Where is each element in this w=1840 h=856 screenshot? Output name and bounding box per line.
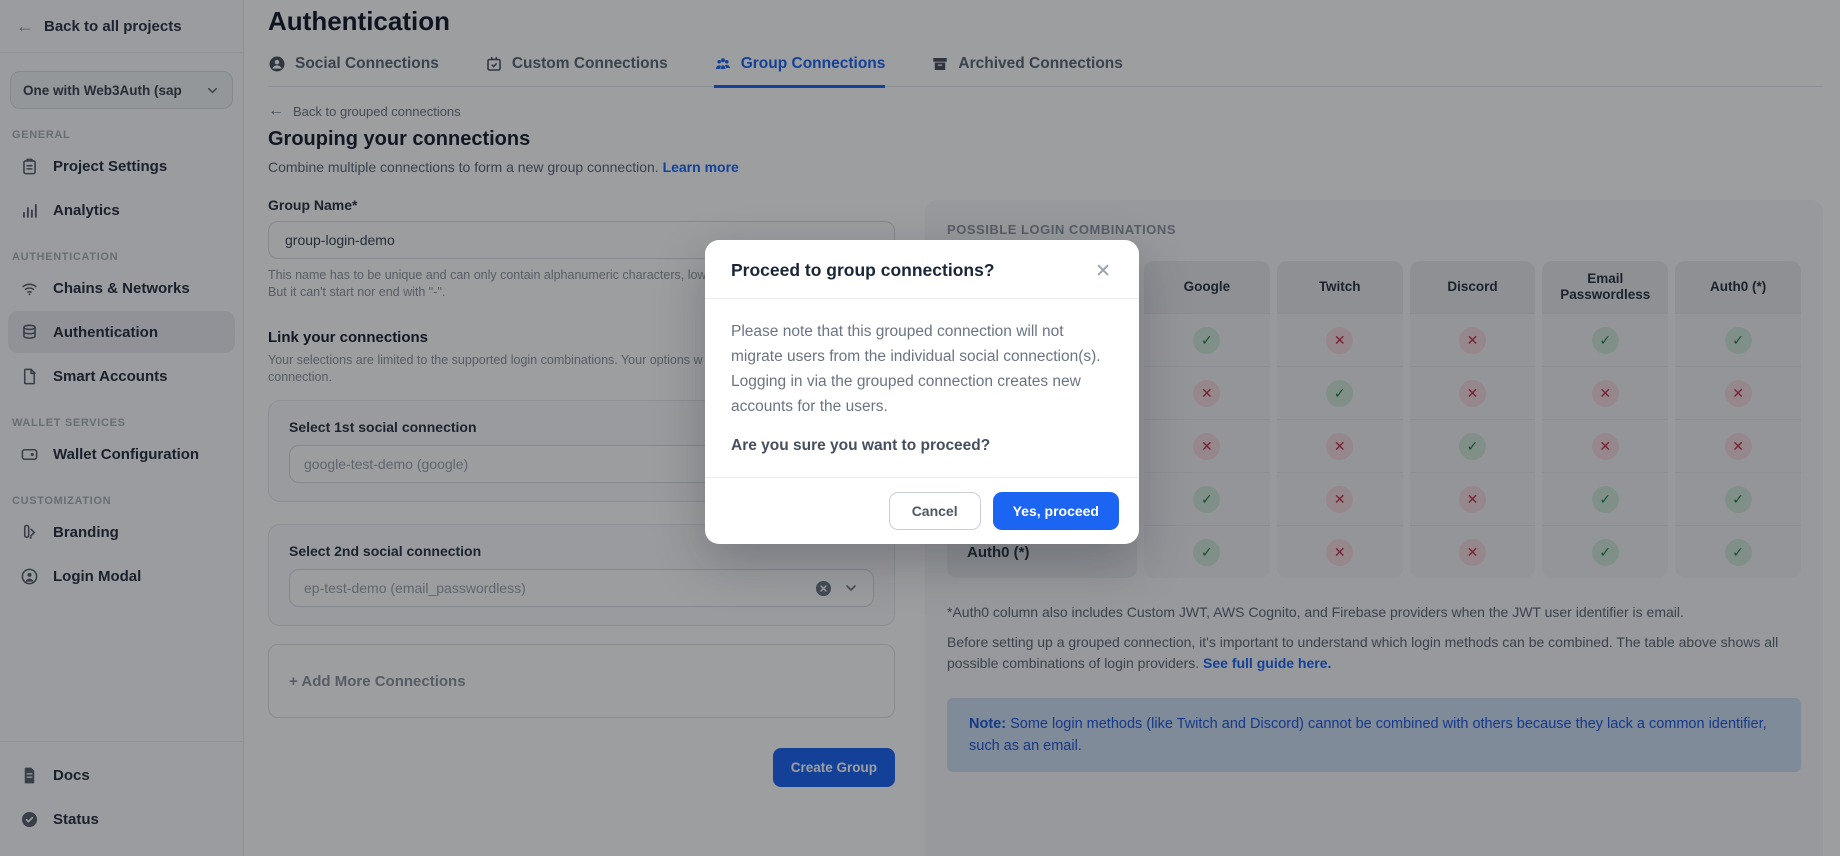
modal-title: Proceed to group connections? bbox=[731, 260, 995, 281]
close-icon[interactable]: ✕ bbox=[1093, 260, 1113, 283]
yes-proceed-button[interactable]: Yes, proceed bbox=[993, 492, 1119, 530]
modal-question: Are you sure you want to proceed? bbox=[705, 419, 1139, 477]
modal-body-text: Please note that this grouped connection… bbox=[705, 299, 1139, 419]
cancel-button[interactable]: Cancel bbox=[889, 492, 981, 530]
proceed-modal: Proceed to group connections? ✕ Please n… bbox=[705, 240, 1139, 544]
modal-footer: Cancel Yes, proceed bbox=[705, 477, 1139, 544]
modal-header: Proceed to group connections? ✕ bbox=[705, 240, 1139, 298]
app-root: ← Back to all projects One with Web3Auth… bbox=[0, 0, 1840, 856]
